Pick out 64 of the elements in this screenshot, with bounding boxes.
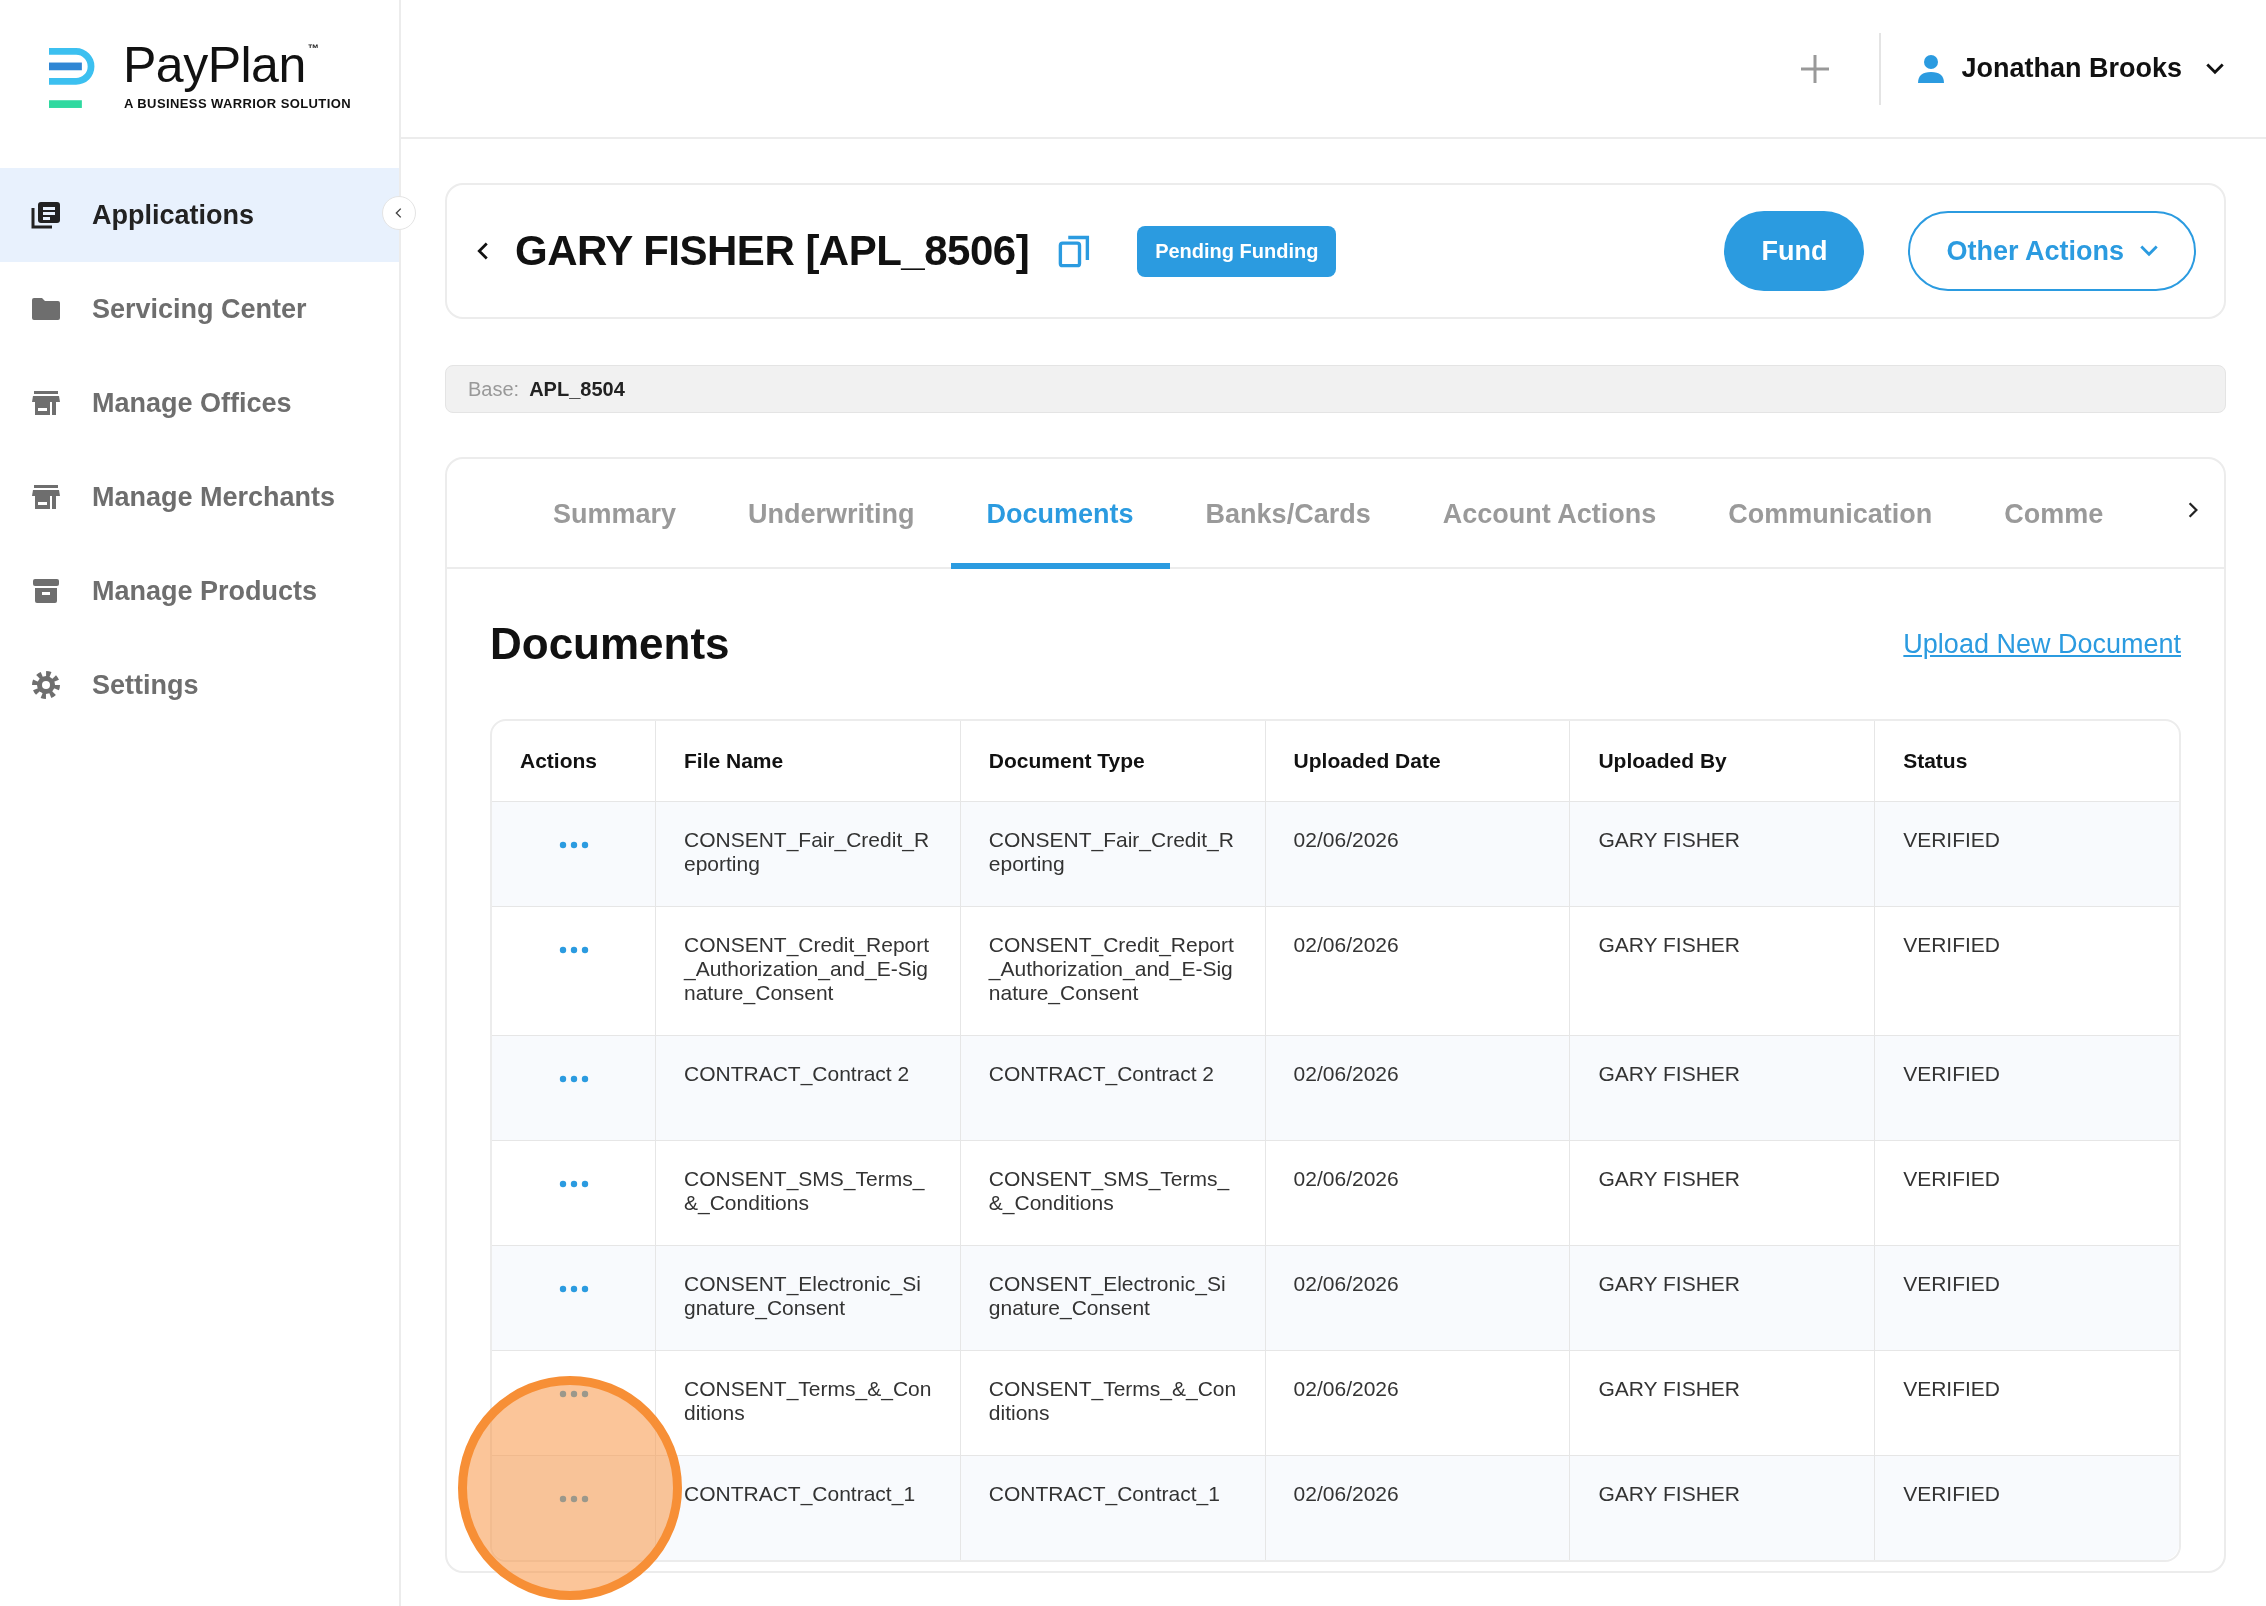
sidebar-item[interactable]: Manage Products xyxy=(0,544,399,638)
table-cell: CONTRACT_Contract_1 xyxy=(655,1455,960,1560)
table-cell: CONTRACT_Contract 2 xyxy=(959,1035,1265,1140)
fund-button[interactable]: Fund xyxy=(1724,211,1865,291)
more-icon xyxy=(558,841,589,849)
table-cell: VERIFIED xyxy=(1874,801,2179,906)
table-cell: 02/06/2026 xyxy=(1264,1035,1570,1140)
tab[interactable]: Communication xyxy=(1692,459,1969,569)
table-cell: GARY FISHER xyxy=(1569,1035,1875,1140)
more-button[interactable] xyxy=(558,1390,589,1398)
table-cell: VERIFIED xyxy=(1874,1455,2179,1560)
tab[interactable]: Underwriting xyxy=(712,459,951,569)
tab[interactable]: Summary xyxy=(517,459,713,569)
more-icon xyxy=(558,1285,589,1293)
more-button[interactable] xyxy=(558,1075,589,1083)
logo-tagline: A BUSINESS WARRIOR SOLUTION xyxy=(124,96,351,111)
table-cell: 02/06/2026 xyxy=(1264,1455,1570,1560)
more-icon xyxy=(558,1180,589,1188)
sidebar-item[interactable]: Applications xyxy=(0,168,399,262)
status-badge: Pending Funding xyxy=(1137,225,1337,277)
other-actions-button[interactable]: Other Actions xyxy=(1908,211,2196,291)
settings-icon xyxy=(30,669,62,701)
table-cell: 02/06/2026 xyxy=(1264,1245,1570,1350)
user-menu[interactable]: Jonathan Brooks xyxy=(1915,52,2226,85)
more-button[interactable] xyxy=(558,841,589,849)
tab[interactable]: Banks/Cards xyxy=(1169,459,1407,569)
table-cell: CONSENT_Electronic_Signature_Consent xyxy=(655,1245,960,1350)
logo-name: PayPlan xyxy=(123,36,306,94)
sidebar-item[interactable]: Servicing Center xyxy=(0,262,399,356)
more-icon xyxy=(558,1075,589,1083)
column-header: Actions xyxy=(519,748,598,774)
more-button[interactable] xyxy=(558,1180,589,1188)
section-title: Documents xyxy=(490,619,730,669)
table-cell: GARY FISHER xyxy=(1569,1455,1875,1560)
more-button[interactable] xyxy=(558,1285,589,1293)
tab[interactable]: Documents xyxy=(950,459,1170,569)
sidebar-item[interactable]: Manage Offices xyxy=(0,356,399,450)
table-cell: VERIFIED xyxy=(1874,1245,2179,1350)
more-button[interactable] xyxy=(558,946,589,954)
table-cell: GARY FISHER xyxy=(1569,1245,1875,1350)
sidebar-item[interactable]: Manage Merchants xyxy=(0,450,399,544)
table-cell: CONSENT_Fair_Credit_Reporting xyxy=(959,801,1265,906)
tab[interactable]: Account Actions xyxy=(1406,459,1693,569)
base-value: APL_8504 xyxy=(529,377,625,401)
more-icon xyxy=(558,1495,589,1503)
documents-icon xyxy=(30,199,62,231)
trademark: ™ xyxy=(307,42,319,54)
upload-link[interactable]: Upload New Document xyxy=(1903,628,2181,660)
more-icon xyxy=(558,946,589,954)
table-cell: CONSENT_Fair_Credit_Reporting xyxy=(655,801,960,906)
table-cell: CONTRACT_Contract_1 xyxy=(959,1455,1265,1560)
more-button[interactable] xyxy=(558,1495,589,1503)
base-label: Base: xyxy=(468,377,520,401)
table-cell: VERIFIED xyxy=(1874,1035,2179,1140)
table-cell: CONTRACT_Contract 2 xyxy=(655,1035,960,1140)
sidebar-item[interactable]: Settings xyxy=(0,638,399,732)
plus-icon xyxy=(1799,52,1832,85)
more-icon xyxy=(558,1390,589,1398)
table-cell: GARY FISHER xyxy=(1569,801,1875,906)
table-cell: 02/06/2026 xyxy=(1264,801,1570,906)
application-title: GARY FISHER [APL_8506] xyxy=(515,227,1030,275)
table-cell: CONSENT_Electronic_Signature_Consent xyxy=(959,1245,1265,1350)
add-button[interactable] xyxy=(1799,52,1832,85)
tab[interactable]: Comme xyxy=(1968,459,2140,569)
